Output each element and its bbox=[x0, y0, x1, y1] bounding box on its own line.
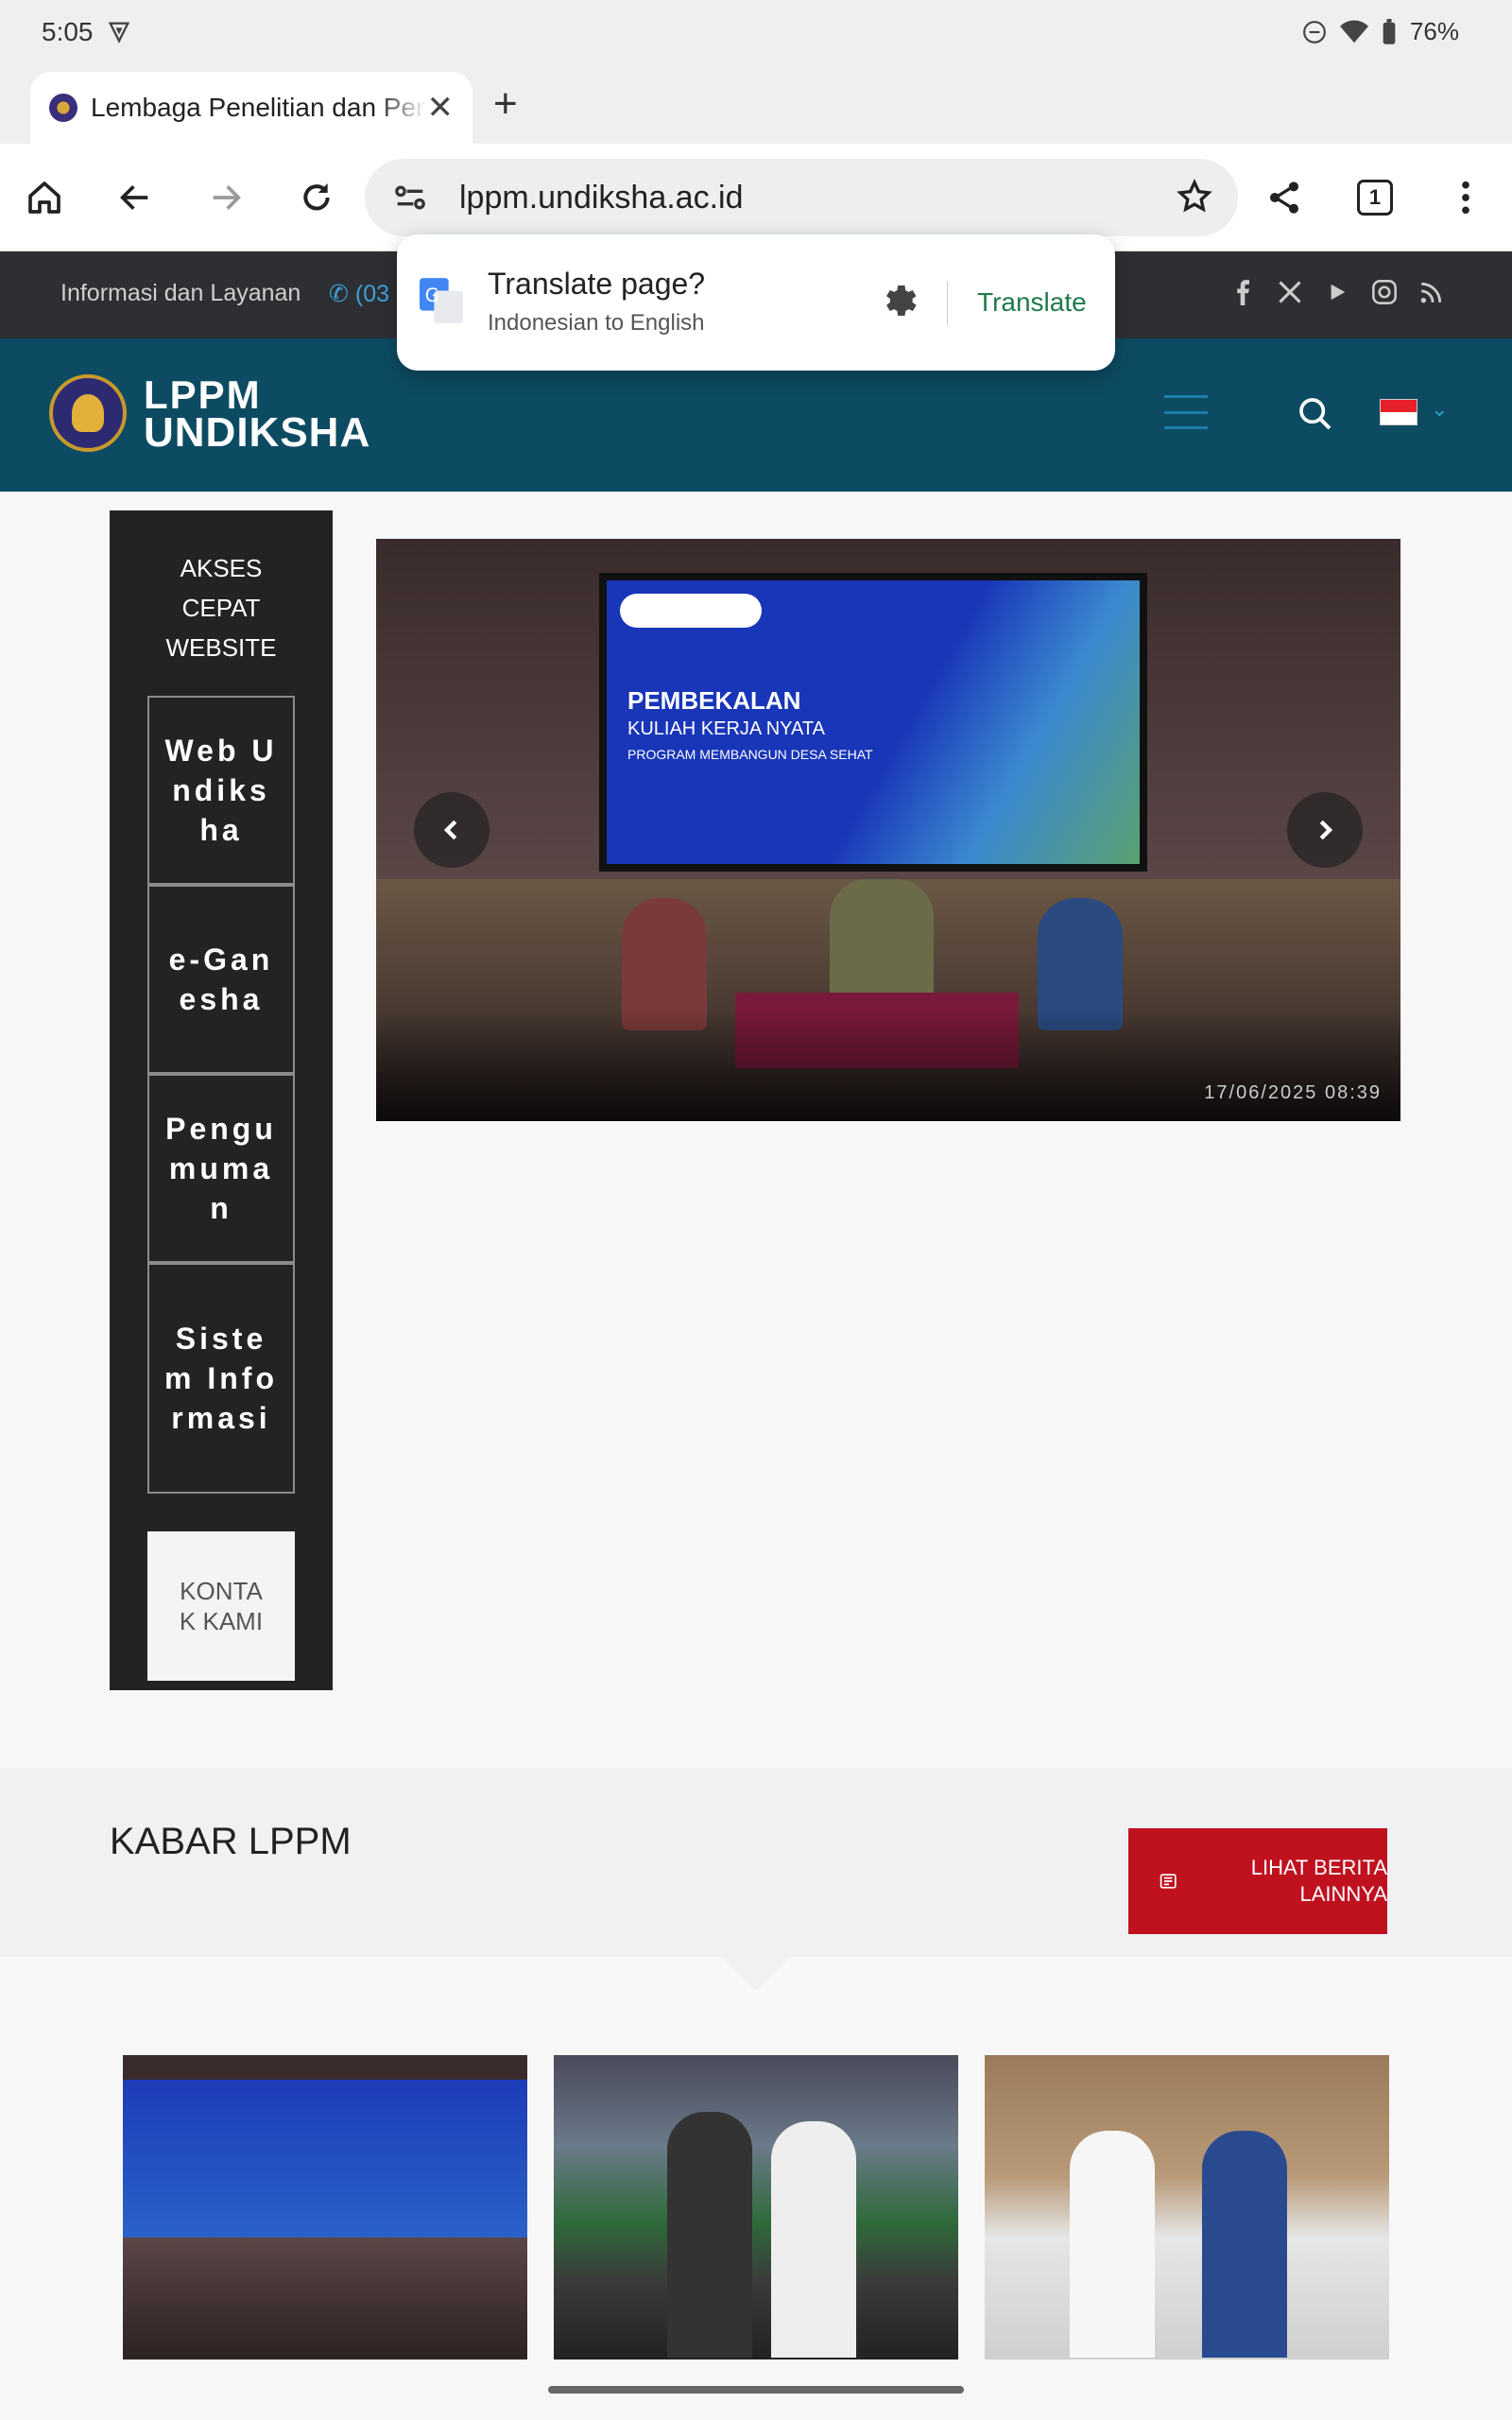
gear-icon[interactable] bbox=[879, 280, 920, 321]
slide-date: 17/06/2025 08:39 bbox=[1204, 1082, 1382, 1103]
tab-strip: Lembaga Penelitian dan Pengabdian kepada… bbox=[0, 66, 1512, 144]
newspaper-icon bbox=[1160, 1874, 1177, 1889]
news-card[interactable] bbox=[985, 2055, 1389, 2360]
news-card[interactable] bbox=[554, 2055, 958, 2360]
rss-icon[interactable] bbox=[1418, 278, 1446, 306]
translate-languages: Indonesian to English bbox=[488, 310, 705, 336]
hamburger-menu-icon[interactable] bbox=[1164, 395, 1208, 429]
section-notch bbox=[722, 1957, 790, 1991]
news-card[interactable] bbox=[123, 2055, 527, 2360]
tab-switcher-button[interactable]: 1 bbox=[1353, 176, 1397, 219]
youtube-icon[interactable] bbox=[1323, 278, 1351, 306]
battery-icon bbox=[1383, 18, 1396, 44]
menu-dots-icon[interactable] bbox=[1444, 176, 1487, 219]
site-brand[interactable]: LPPM UNDIKSHA bbox=[144, 375, 370, 454]
section-title: KABAR LPPM bbox=[110, 1821, 352, 1862]
language-chevron-down-icon[interactable]: ⌄ bbox=[1431, 397, 1448, 422]
browser-tab[interactable]: Lembaga Penelitian dan Pengabdian kepada… bbox=[30, 72, 472, 144]
battery-level: 76% bbox=[1409, 17, 1459, 45]
reload-icon[interactable] bbox=[295, 176, 338, 219]
translate-question: Translate page? bbox=[488, 267, 706, 301]
news-section-header: KABAR LPPM LIHAT BERITA LAINNYA bbox=[0, 1768, 1512, 1957]
x-twitter-icon[interactable] bbox=[1276, 278, 1304, 306]
quick-link-pengumuman[interactable]: Pengumuman bbox=[147, 1074, 295, 1263]
translate-button[interactable]: Translate bbox=[977, 287, 1087, 318]
new-tab-icon[interactable]: + bbox=[493, 83, 518, 125]
slider-next-button[interactable] bbox=[1287, 792, 1363, 868]
svg-text:G: G bbox=[425, 285, 439, 306]
see-more-news-button[interactable]: LIHAT BERITA LAINNYA bbox=[1128, 1828, 1387, 1934]
info-label: Informasi dan Layanan bbox=[60, 280, 301, 306]
back-icon[interactable] bbox=[113, 176, 157, 219]
home-icon[interactable] bbox=[23, 176, 66, 219]
phone-link[interactable]: ✆ (03 bbox=[329, 280, 389, 308]
quick-link-sistem-informasi[interactable]: Sistem Informasi bbox=[147, 1263, 295, 1494]
undiksha-logo[interactable] bbox=[49, 374, 127, 452]
site-settings-icon[interactable] bbox=[391, 179, 429, 216]
instagram-icon[interactable] bbox=[1370, 278, 1399, 306]
translate-popup: G Translate page? Indonesian to English … bbox=[397, 234, 1115, 371]
tab-title: Lembaga Penelitian dan Pengabdian kepada… bbox=[91, 93, 427, 122]
address-bar[interactable]: lppm.undiksha.ac.id bbox=[365, 159, 1238, 236]
wifi-icon bbox=[1339, 20, 1368, 43]
see-more-news-label: LIHAT BERITA LAINNYA bbox=[1250, 1856, 1387, 1906]
quick-access-title: AKSES CEPAT WEBSITE bbox=[165, 554, 277, 662]
status-time: 5:05 bbox=[42, 17, 94, 46]
quick-access-panel: AKSES CEPAT WEBSITE Web Undiksha e-Ganesha… bbox=[110, 510, 333, 1690]
tab-count: 1 bbox=[1357, 180, 1393, 216]
status-icons: 76% bbox=[1302, 17, 1459, 46]
close-tab-icon[interactable]: ✕ bbox=[427, 89, 455, 127]
search-icon[interactable] bbox=[1297, 395, 1334, 433]
quick-link-e-ganesha[interactable]: e-Ganesha bbox=[147, 885, 295, 1074]
facebook-icon[interactable] bbox=[1228, 278, 1257, 306]
google-translate-icon: G bbox=[420, 278, 463, 323]
bookmark-star-icon[interactable] bbox=[1176, 178, 1213, 216]
contact-us-button[interactable]: KONTAK KAMI bbox=[147, 1531, 295, 1681]
site-favicon-icon bbox=[49, 94, 77, 122]
share-icon[interactable] bbox=[1263, 176, 1306, 219]
social-links bbox=[1228, 278, 1446, 306]
indonesia-flag-icon[interactable] bbox=[1380, 399, 1418, 425]
slider-prev-button[interactable] bbox=[414, 792, 490, 868]
quick-link-web-undiksha[interactable]: Web Undiksha bbox=[147, 696, 295, 885]
dnd-icon bbox=[1303, 20, 1326, 43]
news-slider[interactable]: PEMBEKALAN KULIAH KERJA NYATA PROGRAM ME… bbox=[376, 539, 1400, 1121]
forward-icon[interactable] bbox=[204, 176, 248, 219]
vpn-icon bbox=[108, 22, 130, 43]
url-text[interactable]: lppm.undiksha.ac.id bbox=[459, 180, 744, 216]
status-bar: 5:05 76% bbox=[0, 0, 1512, 66]
gesture-home-bar[interactable] bbox=[548, 2386, 964, 2394]
slide-image: PEMBEKALAN KULIAH KERJA NYATA PROGRAM ME… bbox=[599, 573, 1147, 872]
popup-divider bbox=[947, 282, 948, 325]
